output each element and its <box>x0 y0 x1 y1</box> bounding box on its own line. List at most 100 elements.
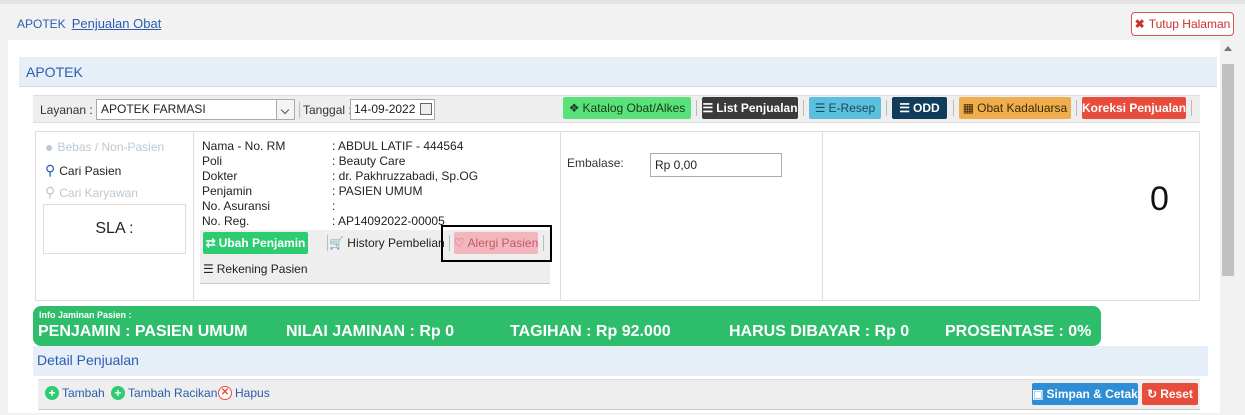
close-circle-icon: ✕ <box>218 386 232 400</box>
divider <box>299 102 300 118</box>
hapus-button[interactable]: ✕ Hapus <box>218 386 270 400</box>
dropbox-icon: ❖ <box>568 101 580 115</box>
plus-circle-icon: + <box>111 386 125 400</box>
simpan-cetak-button[interactable]: ▣ Simpan & Cetak <box>1032 383 1138 405</box>
prosentase-field: PROSENTASE : 0% <box>945 323 1092 340</box>
embalase-value: Rp 0,00 <box>655 158 698 172</box>
info-value: : Beauty Care <box>332 154 406 168</box>
info-key: Penjamin <box>202 184 253 198</box>
list-icon: ☰ <box>814 101 826 115</box>
eresep-button[interactable]: ☰ E-Resep <box>809 97 881 119</box>
cari-karyawan-option[interactable]: ⚲ Cari Karyawan <box>45 184 138 201</box>
list-penjualan-button[interactable]: ☰ List Penjualan <box>702 97 798 119</box>
tanggal-label: Tanggal : <box>303 103 352 117</box>
simpan-label: Simpan & Cetak <box>1046 387 1138 401</box>
info-value: : PASIEN UMUM <box>332 184 423 198</box>
info-value: : dr. Pakhruzzabadi, Sp.OG <box>332 169 479 183</box>
eresep-label: E-Resep <box>828 101 876 115</box>
layanan-select[interactable]: APOTEK FARMASI <box>96 99 295 120</box>
koreksi-label: Koreksi Penjualan <box>1081 101 1187 115</box>
nilai-jaminan-field: NILAI JAMINAN : Rp 0 <box>286 323 454 340</box>
divider <box>1076 100 1077 116</box>
search-icon: ⚲ <box>45 184 56 200</box>
layanan-label: Layanan : <box>40 103 93 117</box>
divider <box>327 235 328 251</box>
info-value: : <box>332 199 336 213</box>
divider <box>1191 100 1192 116</box>
list-icon: ☰ <box>203 262 214 276</box>
layanan-value: APOTEK FARMASI <box>101 102 206 116</box>
info-value: : ABDUL LATIF - 444564 <box>332 139 464 153</box>
panel-header: APOTEK <box>19 57 1217 87</box>
reset-label: Reset <box>1160 387 1193 401</box>
info-key: No. Reg. <box>202 214 250 228</box>
highlight-frame <box>441 225 552 262</box>
kadaluarsa-button[interactable]: ▦ Obat Kadaluarsa <box>959 97 1071 119</box>
katalog-button[interactable]: ❖ Katalog Obat/Alkes <box>563 97 691 119</box>
info-key: Poli <box>202 154 223 168</box>
vertical-scrollbar[interactable] <box>1220 40 1236 413</box>
cari-pasien-option[interactable]: ⚲ Cari Pasien <box>45 162 121 179</box>
refresh-icon: ↻ <box>1147 387 1158 401</box>
detail-title: Detail Penjualan <box>37 352 139 368</box>
bebas-label: Bebas / Non-Pasien <box>57 140 165 154</box>
history-label: History Pembelian <box>347 236 445 250</box>
info-key: No. Asuransi <box>202 199 271 213</box>
sla-label: SLA : <box>95 220 134 237</box>
detail-table-header <box>38 409 1200 415</box>
hapus-label: Hapus <box>235 386 270 400</box>
user-icon: ● <box>45 139 54 155</box>
top-strip <box>0 0 1245 4</box>
jaminan-title: Info Jaminan Pasien : <box>39 310 132 320</box>
calendar-icon[interactable] <box>420 103 432 115</box>
save-icon: ▣ <box>1032 387 1044 401</box>
scrollbar-thumb[interactable] <box>1222 64 1234 276</box>
bebas-option[interactable]: ● Bebas / Non-Pasien <box>45 139 164 155</box>
total-panel <box>822 131 1200 301</box>
tanggal-value: 14-09-2022 <box>354 102 416 116</box>
tambah-racikan-label: Tambah Racikan <box>128 386 218 400</box>
scroll-up-arrow-icon[interactable] <box>1224 46 1232 51</box>
breadcrumb-root[interactable]: APOTEK <box>17 17 66 31</box>
list-icon: ☰ <box>702 101 714 115</box>
rekening-button[interactable]: ☰ Rekening Pasien <box>203 258 308 280</box>
calendar-icon: ▦ <box>962 101 975 115</box>
rekening-label: Rekening Pasien <box>216 262 308 276</box>
divider <box>886 100 887 116</box>
list-icon: ☰ <box>899 101 911 115</box>
search-icon: ⚲ <box>45 162 56 178</box>
harus-dibayar-field: HARUS DIBAYAR : Rp 0 <box>729 323 910 340</box>
ubah-penjamin-button[interactable]: ⇄ Ubah Penjamin <box>203 232 308 254</box>
odd-button[interactable]: ☰ ODD <box>892 97 947 119</box>
info-key: Nama - No. RM <box>202 139 286 153</box>
penjamin-field: PENJAMIN : PASIEN UMUM <box>38 323 248 340</box>
tanggal-input[interactable]: 14-09-2022 <box>350 99 435 120</box>
divider <box>803 100 804 116</box>
breadcrumb-current[interactable]: Penjualan Obat <box>72 16 162 31</box>
katalog-label: Katalog Obat/Alkes <box>582 101 686 115</box>
odd-label: ODD <box>913 101 940 115</box>
reset-button[interactable]: ↻ Reset <box>1142 383 1198 405</box>
cari-pasien-label: Cari Pasien <box>59 163 122 178</box>
close-page-button[interactable]: ✖ Tutup Halaman <box>1131 12 1234 36</box>
cart-icon: 🛒 <box>329 236 345 250</box>
tagihan-field: TAGIHAN : Rp 92.000 <box>510 323 671 340</box>
sla-box: SLA : <box>43 204 186 254</box>
tambah-racikan-button[interactable]: + Tambah Racikan <box>111 386 217 400</box>
tambah-button[interactable]: + Tambah <box>45 386 105 400</box>
chevron-down-icon[interactable] <box>276 100 294 119</box>
info-key: Dokter <box>202 169 238 183</box>
jaminan-info-bar: Info Jaminan Pasien : PENJAMIN : PASIEN … <box>33 306 1101 346</box>
list-penjualan-label: List Penjualan <box>716 101 798 115</box>
plus-circle-icon: + <box>45 386 59 400</box>
close-page-label: Tutup Halaman <box>1148 17 1231 31</box>
panel-title: APOTEK <box>26 64 83 80</box>
embalase-input[interactable]: Rp 0,00 <box>650 153 782 177</box>
swap-icon: ⇄ <box>205 236 216 250</box>
divider <box>953 100 954 116</box>
history-button[interactable]: 🛒 History Pembelian <box>329 232 445 254</box>
embalase-label: Embalase: <box>567 156 624 170</box>
close-icon: ✖ <box>1134 17 1145 31</box>
koreksi-button[interactable]: Koreksi Penjualan <box>1082 97 1186 119</box>
kadaluarsa-label: Obat Kadaluarsa <box>977 101 1068 115</box>
